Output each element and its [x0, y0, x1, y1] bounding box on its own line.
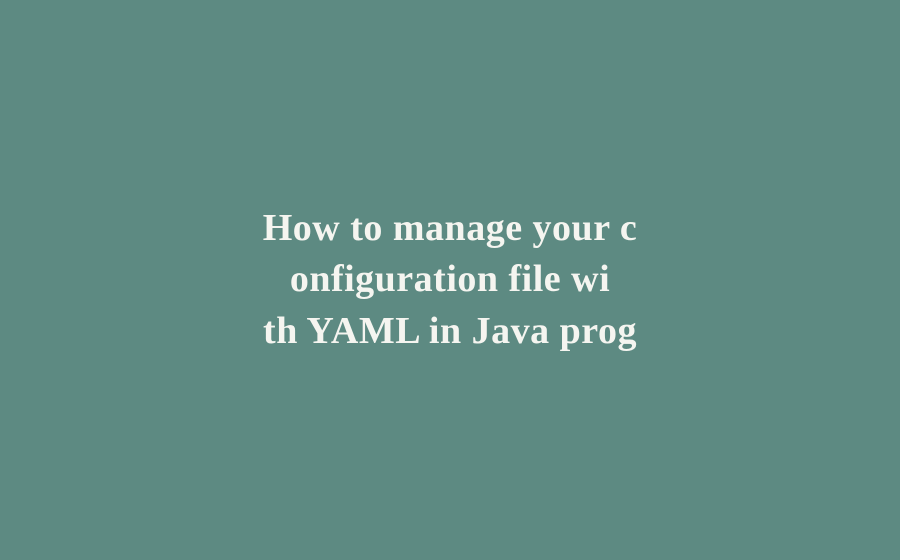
title-line-3: th YAML in Java prog: [263, 310, 637, 352]
title-line-2: onfiguration file wi: [290, 258, 610, 300]
title-line-1: How to manage your c: [263, 207, 638, 249]
title-text: How to manage your c onfiguration file w…: [173, 203, 728, 357]
